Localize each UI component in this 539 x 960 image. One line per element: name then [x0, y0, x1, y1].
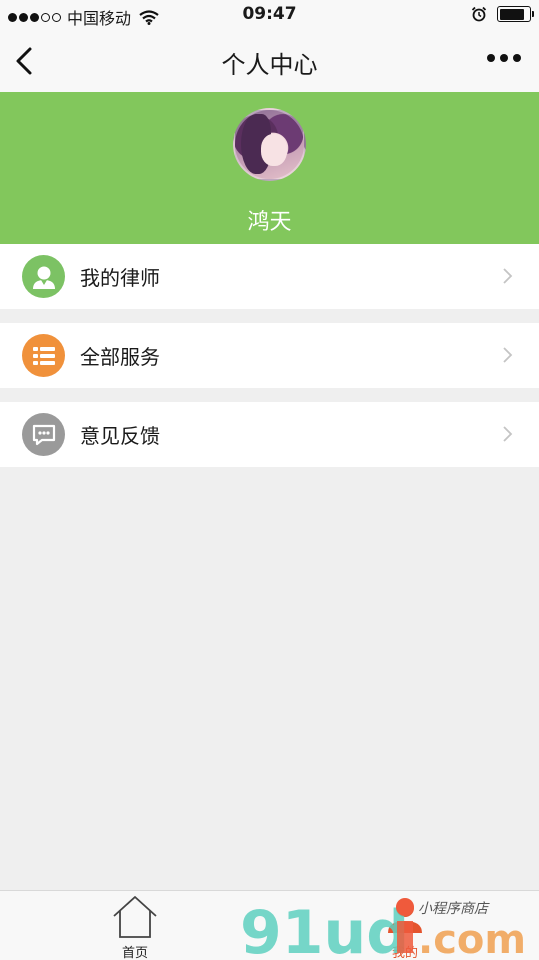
tab-label: 首页: [121, 946, 148, 960]
menu-label: 全部服务: [80, 345, 160, 369]
chevron-right-icon: [503, 347, 513, 363]
chat-bubble-icon: [22, 413, 65, 456]
clock: 09:47: [242, 4, 297, 24]
lawyer-icon: [22, 255, 65, 298]
more-options-icon[interactable]: [487, 54, 521, 62]
status-right: [471, 6, 534, 22]
person-icon: [388, 899, 422, 933]
status-bar: 中国移动 09:47: [0, 0, 539, 30]
tab-label: 我的: [391, 946, 418, 960]
alarm-icon: [471, 6, 487, 22]
chevron-right-icon: [503, 268, 513, 284]
menu-label: 意见反馈: [80, 424, 160, 448]
menu-label: 我的律师: [80, 266, 160, 290]
home-icon: [113, 896, 157, 938]
tab-bar: 首页 我的: [0, 890, 539, 960]
page-title: 个人中心: [221, 51, 318, 79]
list-icon: [22, 334, 65, 377]
chevron-right-icon: [503, 426, 513, 442]
battery-icon: [497, 6, 534, 22]
username: 鸿天: [247, 210, 292, 235]
tab-mine[interactable]: 我的: [345, 891, 465, 960]
tab-home[interactable]: 首页: [75, 891, 195, 960]
profile-header: 鸿天: [0, 92, 539, 244]
avatar[interactable]: [233, 108, 306, 181]
menu-item-all-services[interactable]: 全部服务: [0, 323, 539, 388]
menu-item-feedback[interactable]: 意见反馈: [0, 402, 539, 467]
menu-item-my-lawyer[interactable]: 我的律师: [0, 244, 539, 309]
navigation-bar: 个人中心: [0, 30, 539, 92]
